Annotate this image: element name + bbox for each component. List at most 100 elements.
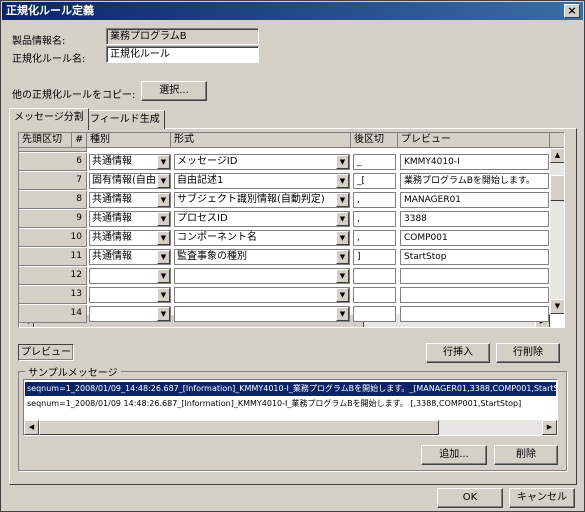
format-value: コンポーネント名 bbox=[177, 232, 257, 243]
delete-button[interactable]: 削除 bbox=[494, 445, 558, 465]
kind-value: 共通情報 bbox=[92, 194, 132, 205]
dropdown-arrow-icon[interactable]: ▼ bbox=[157, 155, 170, 169]
after-separator-input[interactable]: _ bbox=[353, 154, 396, 170]
kind-select[interactable]: 共通情報 ▼ bbox=[89, 249, 171, 265]
kind-select[interactable]: 固有情報(自由) ▼ bbox=[89, 173, 171, 189]
dropdown-arrow-icon[interactable]: ▼ bbox=[157, 231, 170, 245]
title-bar: 正規化ルール定義 × bbox=[2, 2, 583, 20]
row-number: 9 bbox=[19, 210, 87, 228]
dropdown-arrow-icon[interactable]: ▼ bbox=[157, 193, 170, 207]
dropdown-arrow-icon[interactable]: ▼ bbox=[157, 288, 170, 302]
after-separator-input[interactable] bbox=[353, 268, 396, 284]
preview-cell bbox=[400, 287, 549, 303]
after-separator-input[interactable]: , bbox=[353, 192, 396, 208]
product-label: 製品情報名: bbox=[12, 36, 66, 47]
header-after-sep[interactable]: 後区切 bbox=[351, 133, 398, 148]
dropdown-arrow-icon[interactable]: ▼ bbox=[157, 250, 170, 264]
row-partial bbox=[19, 148, 87, 152]
format-select[interactable]: 自由記述1 ▼ bbox=[174, 173, 350, 189]
dropdown-arrow-icon[interactable]: ▼ bbox=[336, 231, 349, 245]
insert-row-button[interactable]: 行挿入 bbox=[426, 343, 490, 363]
dropdown-arrow-icon[interactable]: ▼ bbox=[336, 288, 349, 302]
sample-scroll-right-icon[interactable]: ▶ bbox=[542, 420, 557, 435]
kind-value: 共通情報 bbox=[92, 251, 132, 262]
kind-select[interactable]: 共通情報 ▼ bbox=[89, 211, 171, 227]
sample-scroll-left-icon[interactable]: ◀ bbox=[24, 420, 39, 435]
preview-cell: KMMY4010-I bbox=[400, 154, 549, 170]
dropdown-arrow-icon[interactable]: ▼ bbox=[336, 307, 349, 321]
grid-vertical-scrollbar[interactable]: ▲ ▼ bbox=[550, 148, 564, 314]
format-select[interactable]: プロセスID ▼ bbox=[174, 211, 350, 227]
after-separator-input[interactable]: , bbox=[353, 211, 396, 227]
format-select[interactable]: コンポーネント名 ▼ bbox=[174, 230, 350, 246]
after-separator-input[interactable] bbox=[353, 287, 396, 303]
kind-select[interactable]: ▼ bbox=[89, 268, 171, 284]
product-name-field: 業務プログラムB bbox=[106, 28, 259, 45]
dropdown-arrow-icon[interactable]: ▼ bbox=[336, 212, 349, 226]
preview-cell: 業務プログラムBを開始します。 bbox=[400, 173, 549, 189]
ok-button[interactable]: OK bbox=[437, 488, 503, 508]
header-format[interactable]: 形式 bbox=[171, 133, 351, 148]
format-value: サブジェクト識別情報(自動判定) bbox=[177, 194, 325, 205]
format-select[interactable]: サブジェクト識別情報(自動判定) ▼ bbox=[174, 192, 350, 208]
preview-button[interactable]: プレビュー bbox=[18, 344, 74, 361]
preview-cell: COMP001 bbox=[400, 230, 549, 246]
header-kind[interactable]: 種別 bbox=[87, 133, 171, 148]
format-select[interactable]: メッセージID ▼ bbox=[174, 154, 350, 170]
after-separator-input[interactable]: , bbox=[353, 230, 396, 246]
delete-row-button[interactable]: 行削除 bbox=[496, 343, 560, 363]
dropdown-arrow-icon[interactable]: ▼ bbox=[336, 155, 349, 169]
dropdown-arrow-icon[interactable]: ▼ bbox=[336, 174, 349, 188]
rule-name-input[interactable]: 正規化ルール bbox=[106, 46, 259, 63]
scroll-down-icon[interactable]: ▼ bbox=[550, 299, 564, 314]
dropdown-arrow-icon[interactable]: ▼ bbox=[157, 174, 170, 188]
rule-definition-dialog: 正規化ルール定義 × 製品情報名: 業務プログラムB 正規化ルール名: 正規化ル… bbox=[0, 0, 585, 512]
add-button[interactable]: 追加... bbox=[421, 445, 487, 465]
dropdown-arrow-icon[interactable]: ▼ bbox=[157, 269, 170, 283]
dropdown-arrow-icon[interactable]: ▼ bbox=[157, 307, 170, 321]
dropdown-arrow-icon[interactable]: ▼ bbox=[157, 212, 170, 226]
after-separator-input[interactable] bbox=[353, 306, 396, 322]
close-icon[interactable]: × bbox=[564, 4, 580, 18]
tab-message-split[interactable]: メッセージ分割 bbox=[9, 108, 89, 130]
row-number: 6 bbox=[19, 153, 87, 171]
kind-select[interactable]: 共通情報 ▼ bbox=[89, 154, 171, 170]
scroll-thumb[interactable] bbox=[550, 175, 564, 201]
preview-cell: MANAGER01 bbox=[400, 192, 549, 208]
format-select[interactable]: ▼ bbox=[174, 268, 350, 284]
scroll-up-icon[interactable]: ▲ bbox=[550, 148, 564, 163]
header-number[interactable]: # bbox=[72, 133, 87, 148]
window-title: 正規化ルール定義 bbox=[6, 4, 94, 17]
header-before-sep[interactable]: 先頭区切 bbox=[19, 133, 72, 148]
dropdown-arrow-icon[interactable]: ▼ bbox=[336, 193, 349, 207]
sample-hscroll-thumb[interactable] bbox=[39, 420, 439, 435]
kind-select[interactable]: 共通情報 ▼ bbox=[89, 230, 171, 246]
dropdown-arrow-icon[interactable]: ▼ bbox=[336, 250, 349, 264]
preview-cell bbox=[400, 268, 549, 284]
kind-select[interactable]: 共通情報 ▼ bbox=[89, 192, 171, 208]
after-separator-input[interactable]: ] bbox=[353, 249, 396, 265]
header-preview[interactable]: プレビュー bbox=[398, 133, 550, 148]
cancel-button[interactable]: キャンセル bbox=[509, 488, 575, 508]
after-separator-input[interactable]: _[ bbox=[353, 173, 396, 189]
kind-select[interactable]: ▼ bbox=[89, 287, 171, 303]
row-number: 11 bbox=[19, 248, 87, 266]
sample-horizontal-scrollbar[interactable]: ◀ ▶ bbox=[24, 420, 557, 435]
format-select[interactable]: 監査事象の種別 ▼ bbox=[174, 249, 350, 265]
format-select[interactable]: ▼ bbox=[174, 287, 350, 303]
kind-value: 固有情報(自由) bbox=[92, 175, 160, 186]
format-value: 監査事象の種別 bbox=[177, 251, 247, 262]
row-number: 14 bbox=[19, 305, 87, 323]
select-button[interactable]: 選択... bbox=[141, 81, 207, 101]
dropdown-arrow-icon[interactable]: ▼ bbox=[336, 269, 349, 283]
kind-select[interactable]: ▼ bbox=[89, 306, 171, 322]
tab-field-generation[interactable]: フィールド生成 bbox=[85, 110, 165, 129]
row-number: 8 bbox=[19, 191, 87, 209]
kind-value: 共通情報 bbox=[92, 213, 132, 224]
sample-line-1[interactable]: seqnum=1_2008/01/09_14:48:26.687_[Inform… bbox=[25, 382, 556, 396]
message-split-grid: 先頭区切 # 種別 形式 後区切 プレビュー ▲ ▼ ◀ ▶ 6共通情報▼メッセ… bbox=[18, 132, 565, 328]
rule-label: 正規化ルール名: bbox=[12, 54, 86, 65]
format-select[interactable]: ▼ bbox=[174, 306, 350, 322]
row-number: 10 bbox=[19, 229, 87, 247]
sample-line-2[interactable]: seqnum=1_2008/01/09 14:48:26.687_[Inform… bbox=[25, 397, 556, 411]
